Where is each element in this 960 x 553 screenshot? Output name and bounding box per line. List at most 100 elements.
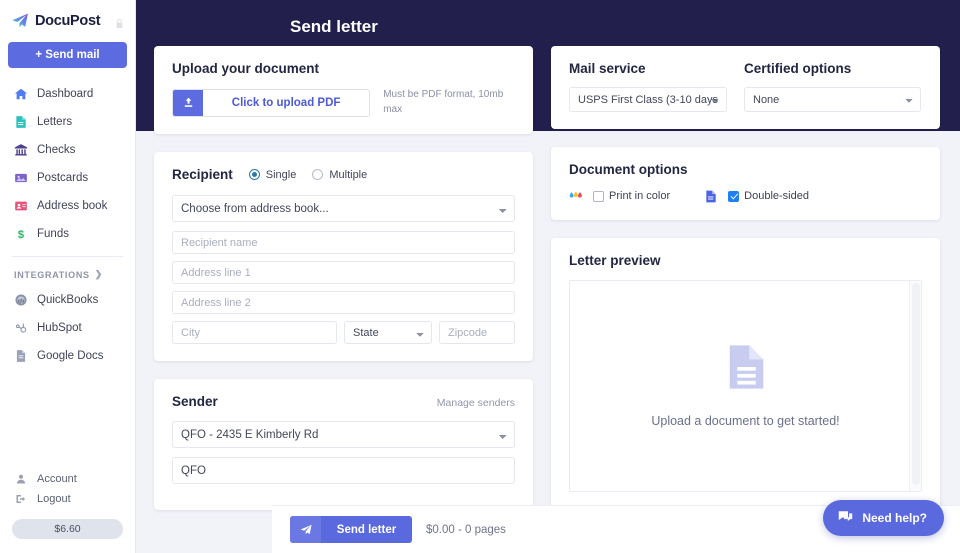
recipient-name-input[interactable] (172, 231, 515, 254)
document-options-row: Print in color Double-sided (569, 189, 922, 203)
double-sided-label: Double-sided (744, 190, 809, 202)
recipient-header: Recipient Single Multiple (172, 167, 515, 182)
logout-icon (14, 492, 28, 506)
document-options-title: Document options (569, 162, 922, 177)
address-book-select[interactable]: Choose from address book... (172, 195, 515, 222)
chevron-right-icon: ❯ (95, 269, 103, 280)
need-help-button[interactable]: Need help? (823, 500, 944, 536)
mail-service-grid: Mail service USPS First Class (3-10 days… (569, 61, 922, 112)
double-sided-option[interactable]: Double-sided (728, 190, 809, 202)
integrations-section-header[interactable]: INTEGRATIONS ❯ (0, 257, 135, 286)
upload-button-label: Click to upload PDF (203, 90, 369, 116)
svg-text:qb: qb (18, 298, 24, 304)
sender-header: Sender Manage senders (172, 394, 515, 409)
integrations-label: INTEGRATIONS (14, 270, 90, 280)
sidebar-item-label: Logout (37, 493, 71, 505)
sidebar-item-label: Checks (37, 144, 75, 156)
content-columns: Upload your document Click to upload PDF… (136, 0, 960, 553)
document-icon (14, 115, 28, 129)
radio-single-label: Single (266, 169, 297, 181)
quickbooks-icon: qb (14, 293, 28, 307)
letter-preview-empty-text: Upload a document to get started! (651, 412, 839, 430)
city-input[interactable] (172, 321, 337, 344)
recipient-card-title: Recipient (172, 167, 233, 182)
right-column: Mail service USPS First Class (3-10 days… (551, 46, 940, 553)
state-select[interactable]: State (344, 321, 432, 344)
chat-icon (837, 508, 854, 528)
sidebar-item-label: Account (37, 473, 77, 485)
recipient-card: Recipient Single Multiple Choose from ad… (154, 152, 533, 361)
sidebar-item-hubspot[interactable]: HubSpot (0, 314, 135, 342)
sidebar-item-dashboard[interactable]: Dashboard (0, 80, 135, 108)
certified-options-column: Certified options None (744, 61, 921, 112)
user-icon (14, 472, 28, 486)
account-balance-pill[interactable]: $6.60 (12, 519, 123, 539)
zipcode-input[interactable] (439, 321, 515, 344)
recipient-mode-single[interactable]: Single (249, 169, 297, 181)
certified-options-title: Certified options (744, 61, 921, 76)
radio-multiple-label: Multiple (329, 169, 367, 181)
dollar-icon: $ (14, 227, 28, 241)
sidebar: DocuPost + Send mail Dashboard Letters (0, 0, 136, 553)
sidebar-item-account[interactable]: Account (0, 469, 135, 489)
address-line-1-input[interactable] (172, 261, 515, 284)
sidebar-item-google-docs[interactable]: Google Docs (0, 342, 135, 370)
preview-scroll-thumb[interactable] (912, 283, 920, 485)
document-options-card: Document options Print in color (551, 147, 940, 220)
ink-drops-icon (569, 189, 583, 203)
left-column: Upload your document Click to upload PDF… (154, 46, 533, 553)
sidebar-spacer (0, 370, 135, 469)
sidebar-item-label: Postcards (37, 172, 88, 184)
need-help-label: Need help? (862, 511, 927, 525)
radio-multiple-icon (312, 169, 323, 180)
sender-card-title: Sender (172, 394, 218, 409)
sidebar-item-label: HubSpot (37, 322, 82, 334)
sidebar-item-postcards[interactable]: Postcards (0, 164, 135, 192)
sidebar-item-funds[interactable]: $ Funds (0, 220, 135, 248)
sender-name-input[interactable] (172, 457, 515, 484)
upload-pdf-button[interactable]: Click to upload PDF (172, 89, 370, 117)
upload-note: Must be PDF format, 10mb max (383, 88, 515, 117)
sidebar-item-checks[interactable]: Checks (0, 136, 135, 164)
mail-service-card: Mail service USPS First Class (3-10 days… (551, 46, 940, 129)
recipient-mode-multiple[interactable]: Multiple (312, 169, 367, 181)
sender-card: Sender Manage senders QFO - 2435 E Kimbe… (154, 379, 533, 510)
double-sided-checkbox[interactable] (728, 191, 739, 202)
sidebar-item-label: Google Docs (37, 350, 103, 362)
contact-card-icon (14, 199, 28, 213)
sidebar-item-label: Dashboard (37, 88, 93, 100)
print-in-color-option[interactable]: Print in color (593, 190, 670, 202)
mail-service-column: Mail service USPS First Class (3-10 days… (569, 61, 727, 112)
city-state-zip-row: State (172, 321, 515, 344)
upload-icon (173, 90, 203, 116)
integrations-nav: qb QuickBooks HubSpot Google Docs (0, 286, 135, 370)
sidebar-item-label: Funds (37, 228, 69, 240)
svg-text:$: $ (18, 229, 24, 241)
manage-senders-link[interactable]: Manage senders (437, 397, 515, 409)
sidebar-item-letters[interactable]: Letters (0, 108, 135, 136)
address-line-2-input[interactable] (172, 291, 515, 314)
send-letter-button[interactable]: Send letter (290, 516, 412, 543)
send-mail-button[interactable]: + Send mail (8, 42, 127, 68)
paper-plane-icon (10, 11, 30, 31)
upload-card-title: Upload your document (172, 61, 515, 76)
letter-preview-box: Upload a document to get started! (569, 280, 922, 492)
brand: DocuPost (0, 0, 135, 39)
sidebar-item-logout[interactable]: Logout (0, 489, 135, 509)
certified-options-select[interactable]: None (744, 87, 921, 112)
preview-scrollbar[interactable] (909, 281, 921, 491)
app-root: DocuPost + Send mail Dashboard Letters (0, 0, 960, 553)
mail-service-select[interactable]: USPS First Class (3-10 days) (569, 87, 727, 112)
sidebar-nav: Dashboard Letters Checks Postcards (0, 80, 135, 248)
letter-preview-title: Letter preview (569, 253, 922, 268)
sidebar-item-address-book[interactable]: Address book (0, 192, 135, 220)
image-icon (14, 171, 28, 185)
sidebar-item-quickbooks[interactable]: qb QuickBooks (0, 286, 135, 314)
print-in-color-checkbox[interactable] (593, 191, 604, 202)
sidebar-item-label: Address book (37, 200, 107, 212)
main-content: Send letter Upload your document (136, 0, 960, 553)
upload-row: Click to upload PDF Must be PDF format, … (172, 88, 515, 117)
page-title: Send letter (290, 17, 378, 37)
print-in-color-label: Print in color (609, 190, 670, 202)
sender-select[interactable]: QFO - 2435 E Kimberly Rd (172, 421, 515, 448)
